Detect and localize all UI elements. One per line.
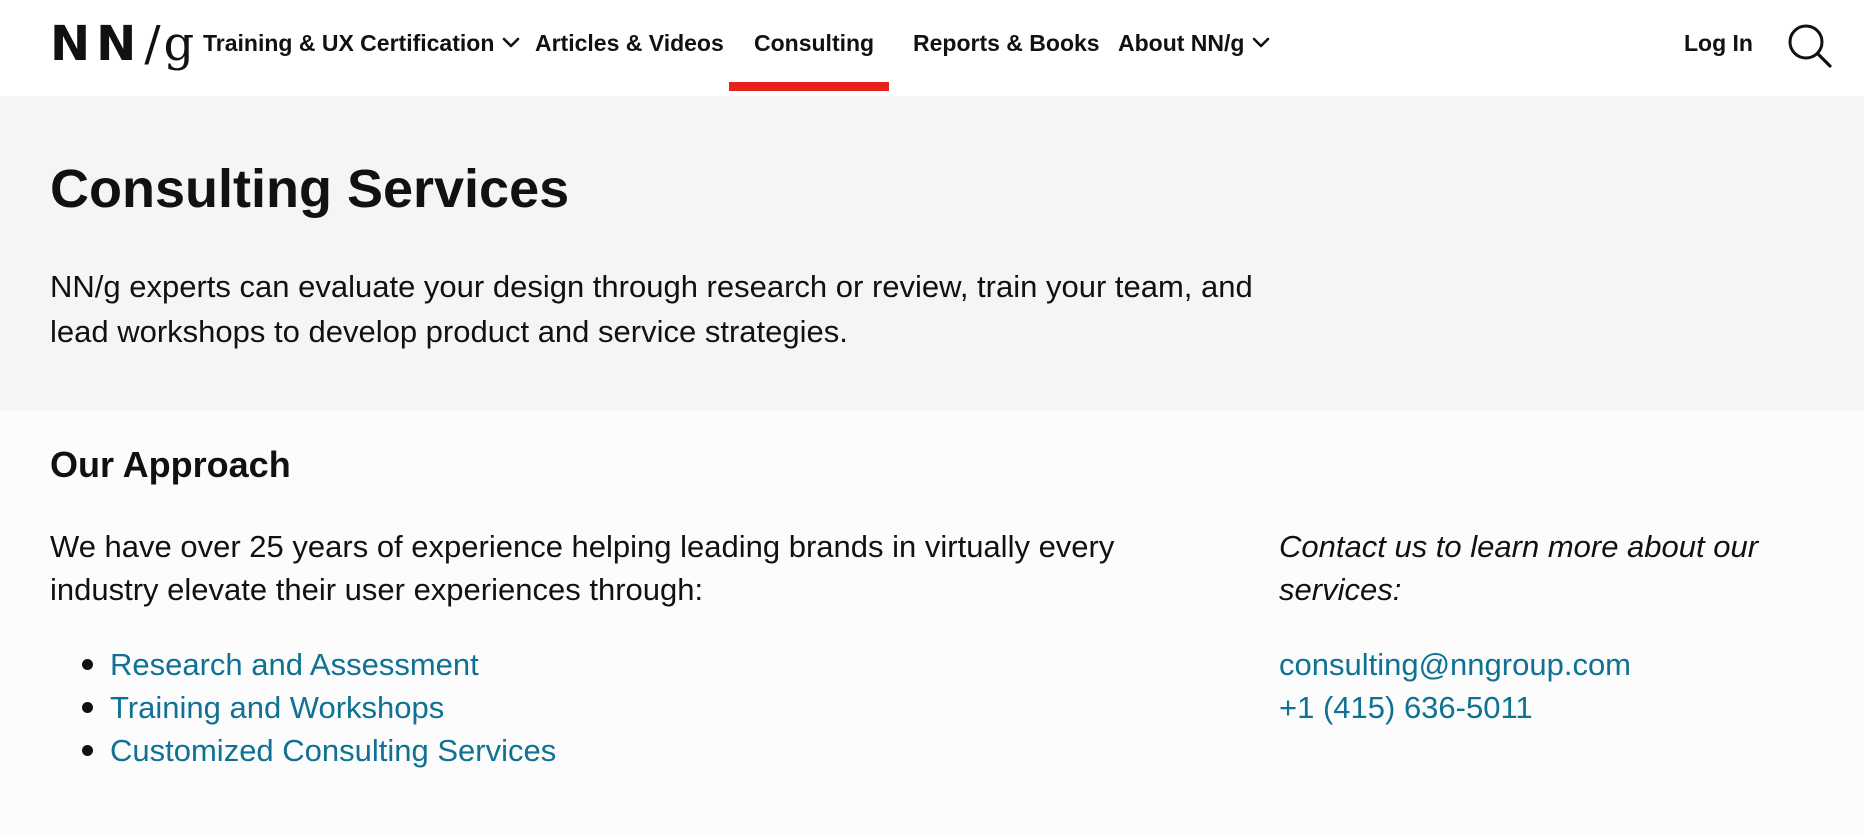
logo-g: g [163, 16, 196, 72]
list-item: Training and Workshops [50, 686, 556, 729]
login-link[interactable]: Log In [1684, 0, 1753, 86]
approach-intro: We have over 25 years of experience help… [50, 529, 1115, 607]
bullet-icon [82, 659, 93, 670]
contact-phone-link[interactable]: +1 (415) 636-5011 [1279, 686, 1631, 729]
service-link-research-assessment[interactable]: Research and Assessment [110, 647, 479, 682]
page-title: Consulting Services [50, 159, 570, 219]
list-item: Research and Assessment [50, 643, 556, 686]
nav-label: Reports & Books [913, 29, 1100, 56]
hero-section: Consulting Services NN/g experts can eva… [0, 96, 1864, 411]
logo-slash: / [144, 16, 162, 72]
service-link-customized-consulting[interactable]: Customized Consulting Services [110, 733, 556, 768]
service-link-training-workshops[interactable]: Training and Workshops [110, 690, 444, 725]
contact-email-link[interactable]: consulting@nngroup.com [1279, 643, 1631, 686]
search-icon[interactable] [1786, 22, 1836, 72]
nav-articles-videos[interactable]: Articles & Videos [535, 0, 724, 86]
nav-label: Articles & Videos [535, 29, 724, 56]
contact-prompt: Contact us to learn more about our servi… [1279, 529, 1759, 607]
active-nav-indicator [729, 82, 889, 91]
hero-description: NN/g experts can evaluate your design th… [50, 269, 1253, 349]
services-list: Research and Assessment Training and Wor… [50, 643, 556, 772]
nav-label: Training & UX Certification [203, 29, 495, 56]
top-navigation: NN / g Training & UX Certification Article… [0, 0, 1864, 96]
bullet-icon [82, 702, 93, 713]
chevron-down-icon [502, 37, 520, 49]
chevron-down-icon [1252, 37, 1270, 49]
nav-training-ux-certification[interactable]: Training & UX Certification [203, 0, 520, 86]
nng-logo[interactable]: NN / g [50, 14, 195, 74]
logo-nn: NN [50, 16, 143, 72]
nav-reports-books[interactable]: Reports & Books [913, 0, 1100, 86]
nav-about-nng[interactable]: About NN/g [1118, 0, 1270, 86]
nav-consulting[interactable]: Consulting [754, 0, 874, 86]
approach-heading: Our Approach [50, 444, 291, 485]
list-item: Customized Consulting Services [50, 729, 556, 772]
nav-label: Consulting [754, 29, 875, 56]
bullet-icon [82, 745, 93, 756]
nav-label: About NN/g [1118, 29, 1245, 56]
contact-links: consulting@nngroup.com +1 (415) 636-5011 [1279, 643, 1631, 729]
